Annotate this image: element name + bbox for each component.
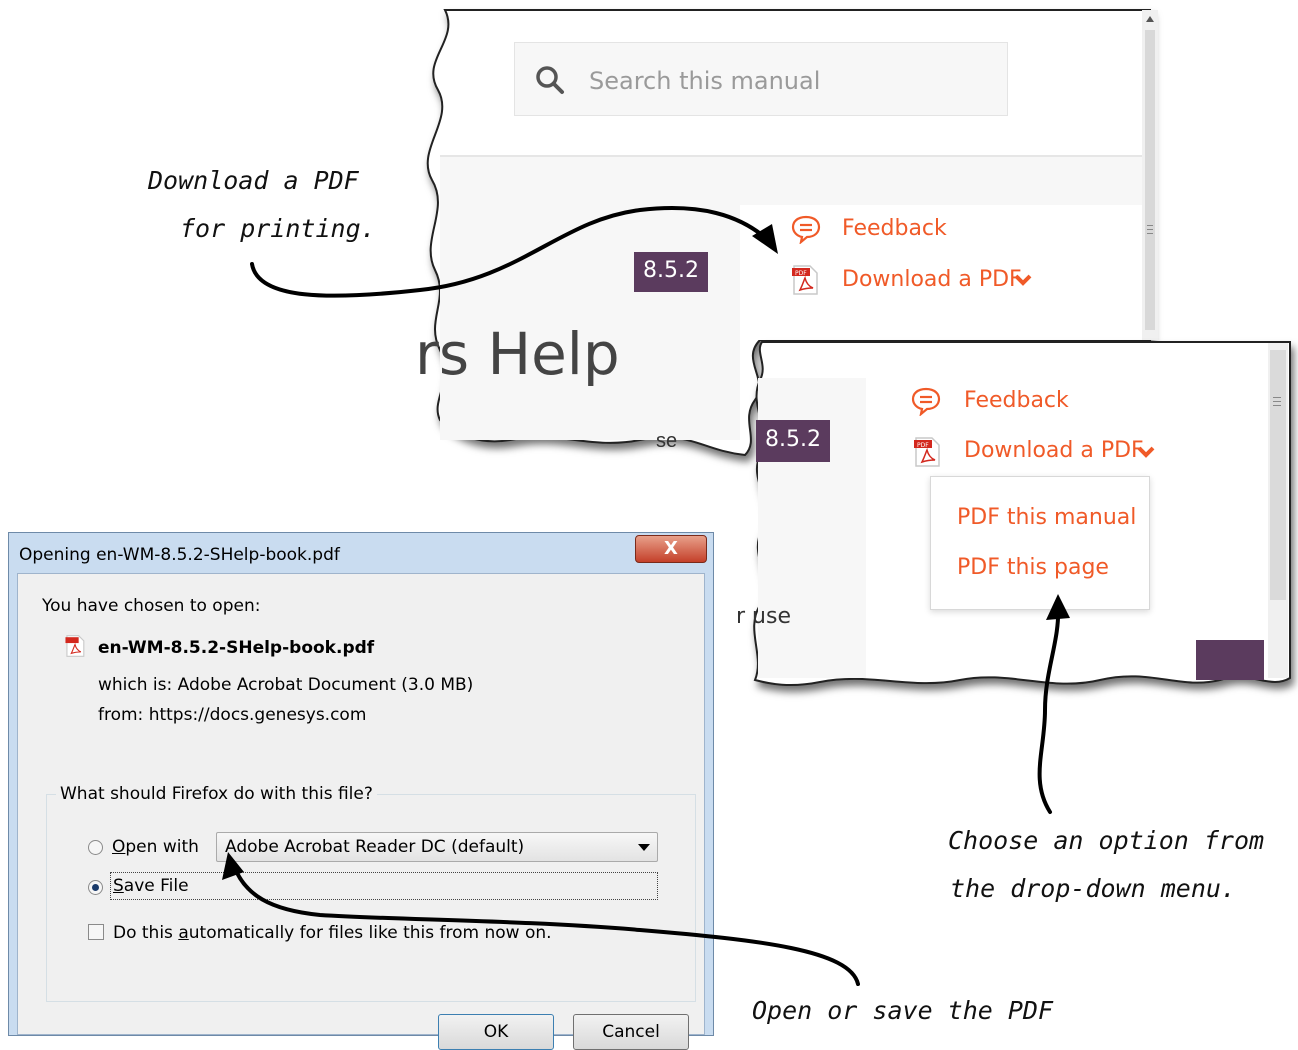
file-name: en-WM-8.5.2-SHelp-book.pdf	[98, 638, 375, 658]
open-with-label[interactable]: Open with	[112, 837, 199, 857]
annotation-download-line2: for printing.	[180, 214, 376, 243]
ok-button[interactable]: OK	[438, 1014, 554, 1050]
annotation-download-line1: Download a PDF	[148, 166, 359, 195]
save-file-focus[interactable]: Save File	[110, 872, 658, 900]
feedback-icon	[911, 387, 941, 416]
auto-label[interactable]: Do this automatically for files like thi…	[113, 923, 552, 943]
menu-item-pdf-page[interactable]: PDF this page	[957, 555, 1109, 580]
annotation-open-save: Open or save the PDF	[752, 996, 1054, 1025]
close-button[interactable]: X	[635, 535, 707, 563]
save-file-rest: ave File	[123, 876, 189, 896]
auto-checkbox[interactable]	[88, 924, 104, 940]
intro-text: You have chosen to open:	[42, 596, 261, 616]
auto-after: utomatically for files like this from no…	[188, 923, 552, 943]
file-type: which is: Adobe Acrobat Document (3.0 MB…	[98, 675, 474, 695]
annotation-choose-line1: Choose an option from	[948, 826, 1265, 855]
dialog-body: You have chosen to open: en-WM-8.5.2-SHe…	[17, 573, 705, 1050]
feedback-link-menu[interactable]: Feedback	[964, 388, 1069, 413]
open-with-rest: pen with	[125, 837, 199, 857]
app-select[interactable]: Adobe Acrobat Reader DC (default)	[216, 832, 658, 862]
menu-item-pdf-manual[interactable]: PDF this manual	[957, 505, 1136, 530]
version-badge-menu: 8.5.2	[756, 420, 830, 462]
dialog-title: Opening en-WM-8.5.2-SHelp-book.pdf	[19, 545, 340, 565]
chevron-down-icon[interactable]	[1136, 444, 1156, 460]
open-with-radio[interactable]	[88, 840, 103, 855]
auto-before: Do this	[113, 923, 179, 943]
save-file-label: Save File	[113, 876, 189, 896]
action-question: What should Firefox do with this file?	[56, 784, 377, 804]
dropdown-arrow-icon	[638, 844, 650, 851]
pdf-icon: PDF	[914, 437, 940, 467]
auto-accel: a	[178, 923, 189, 943]
pdf-dropdown-menu: PDF this manual PDF this page	[930, 476, 1150, 610]
cut-text-menu: r use	[736, 604, 791, 629]
file-source: from: https://docs.genesys.com	[98, 705, 367, 725]
download-dialog: Opening en-WM-8.5.2-SHelp-book.pdf X You…	[8, 532, 714, 1050]
open-with-accel: O	[112, 837, 126, 857]
app-select-value: Adobe Acrobat Reader DC (default)	[225, 837, 525, 857]
download-pdf-link-menu[interactable]: Download a PDF	[964, 438, 1144, 463]
pdf-icon	[65, 635, 85, 657]
save-file-accel: S	[113, 876, 124, 896]
annotation-choose-line2: the drop-down menu.	[950, 874, 1236, 903]
dialog-titlebar[interactable]: Opening en-WM-8.5.2-SHelp-book.pdf X	[9, 533, 713, 573]
cancel-button[interactable]: Cancel	[573, 1014, 689, 1050]
svg-text:PDF: PDF	[917, 442, 929, 449]
save-file-radio[interactable]	[88, 880, 103, 895]
